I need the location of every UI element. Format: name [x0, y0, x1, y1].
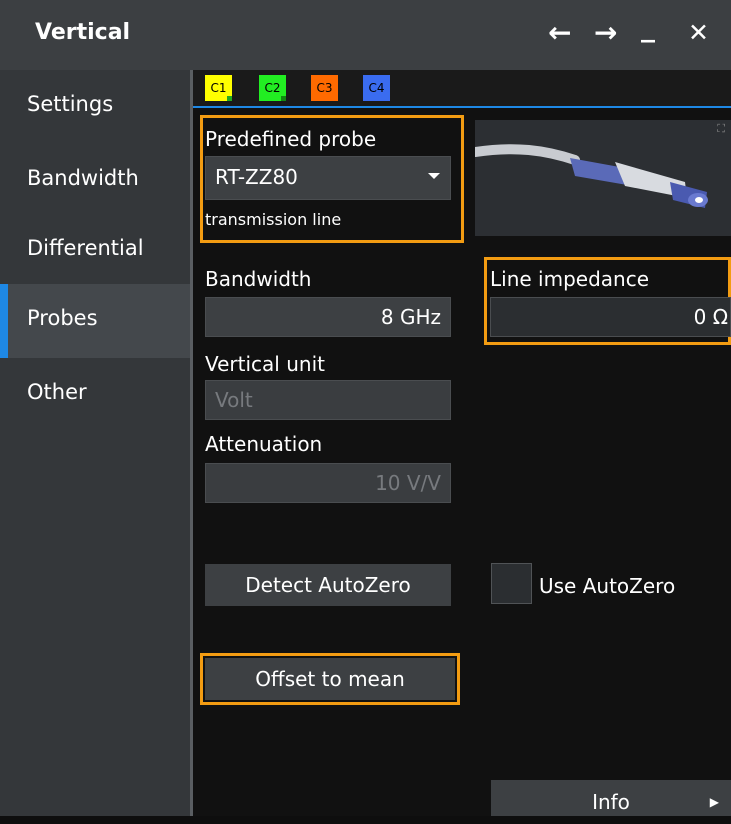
tab-c4[interactable]: C4	[363, 75, 390, 101]
attenuation-field: 10 V/V	[205, 463, 451, 503]
sidebar-item-settings[interactable]: Settings	[0, 70, 190, 144]
sidebar-item-label: Probes	[27, 306, 98, 330]
tab-label: C2	[264, 81, 281, 95]
active-marker	[281, 96, 286, 101]
info-button[interactable]: Info ▶	[491, 780, 731, 816]
bandwidth-value: 8 GHz	[380, 305, 441, 329]
attenuation-label: Attenuation	[205, 432, 323, 456]
minimize-icon[interactable]: _	[641, 12, 655, 42]
back-arrow-icon[interactable]: ←	[548, 18, 571, 48]
detect-autozero-button[interactable]: Detect AutoZero	[205, 564, 451, 606]
sidebar-item-differential[interactable]: Differential	[0, 214, 190, 288]
forward-arrow-icon[interactable]: →	[594, 18, 617, 48]
title-bar: Vertical ← → _ ✕	[0, 0, 731, 70]
sidebar-item-bandwidth[interactable]: Bandwidth	[0, 144, 190, 218]
predefined-probe-label: Predefined probe	[205, 127, 377, 151]
sidebar-item-probes[interactable]: Probes	[0, 284, 190, 358]
sidebar-item-other[interactable]: Other	[0, 358, 190, 432]
tab-c2[interactable]: C2	[259, 75, 286, 101]
window-title: Vertical	[35, 20, 131, 45]
vertical-unit-label: Vertical unit	[205, 352, 325, 376]
tab-underline	[193, 106, 731, 108]
channel-tab-bar: C1 C2 C3 C4	[193, 70, 731, 106]
tab-label: C1	[210, 81, 227, 95]
line-impedance-value: 0 Ω	[693, 305, 728, 329]
attenuation-value: 10 V/V	[375, 471, 441, 495]
bandwidth-field[interactable]: 8 GHz	[205, 297, 451, 337]
line-impedance-label: Line impedance	[490, 267, 650, 291]
line-impedance-field[interactable]: 0 Ω	[490, 297, 731, 337]
info-button-label: Info	[592, 790, 630, 814]
probe-select-value: RT-ZZ80	[215, 165, 298, 189]
vertical-unit-field: Volt	[205, 380, 451, 420]
tab-label: C4	[368, 81, 385, 95]
sidebar-item-label: Differential	[27, 236, 144, 260]
use-autozero-checkbox[interactable]	[491, 563, 532, 604]
tab-label: C3	[316, 81, 333, 95]
close-icon[interactable]: ✕	[688, 18, 709, 48]
vertical-unit-value: Volt	[215, 388, 253, 412]
use-autozero-label: Use AutoZero	[539, 574, 676, 598]
probes-panel: C1 C2 C3 C4 Predefined probe RT-ZZ80 tra…	[193, 70, 731, 816]
chevron-down-icon	[428, 173, 440, 179]
sidebar-item-label: Other	[27, 380, 87, 404]
tab-c3[interactable]: C3	[311, 75, 338, 101]
chevron-right-icon: ▶	[709, 795, 719, 809]
bandwidth-label: Bandwidth	[205, 267, 312, 291]
probe-photo	[470, 144, 708, 208]
sidebar-item-label: Settings	[27, 92, 114, 116]
offset-to-mean-button[interactable]: Offset to mean	[205, 658, 455, 700]
probe-select[interactable]: RT-ZZ80	[205, 156, 451, 200]
tab-c1[interactable]: C1	[205, 75, 232, 101]
probe-image: ⛶	[470, 120, 731, 236]
expand-icon[interactable]: ⛶	[717, 122, 725, 136]
sidebar: Settings Bandwidth Differential Probes O…	[0, 70, 190, 816]
sidebar-item-label: Bandwidth	[27, 166, 139, 190]
probe-description: transmission line	[205, 210, 342, 229]
active-marker	[227, 96, 232, 101]
